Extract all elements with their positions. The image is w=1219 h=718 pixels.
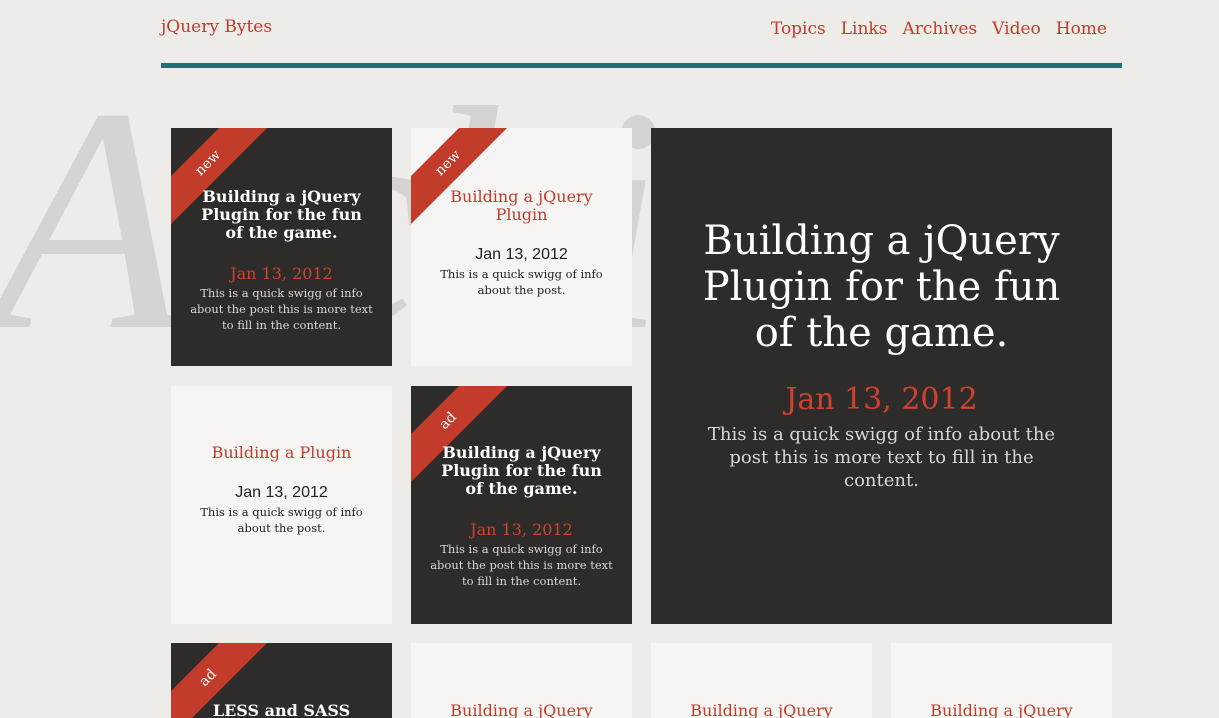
post-excerpt: This is a quick swigg of info about the … [707,424,1056,491]
page: Archives jQuery Bytes Topics Links Archi… [0,0,1219,718]
post-date: Jan 13, 2012 [230,264,333,283]
post-title[interactable]: Building a jQuery Plugin for the fun of … [171,188,392,242]
post-date: Jan 13, 2012 [475,246,568,263]
featured-post-tile[interactable]: Building a jQuery Plugin for the fun of … [651,128,1112,624]
nav-archives[interactable]: Archives [902,19,977,39]
post-tile[interactable]: new Building a jQuery Plugin for the fun… [171,128,392,366]
post-title[interactable]: Building a jQuery Plugin for the fun of … [651,218,1112,356]
post-date: Jan 13, 2012 [235,484,328,501]
post-excerpt: This is a quick swigg of info about the … [200,505,363,535]
post-date: Jan 13, 2012 [785,382,978,417]
post-excerpt: This is a quick swigg of info about the … [190,286,373,332]
main-nav: Topics Links Archives Video Home [771,19,1107,39]
post-title[interactable]: LESS and SASS made [171,702,392,718]
post-title[interactable]: Building a jQuery Plugin for the fun of … [411,444,632,498]
brand-link[interactable]: jQuery Bytes [161,17,272,37]
post-title[interactable]: Building a jQuery Plugin [411,188,632,224]
post-tile[interactable]: Building a jQuery [411,643,632,718]
post-tile[interactable]: Building a jQuery [651,643,872,718]
post-tile[interactable]: Building a jQuery [891,643,1112,718]
header-rule [161,63,1122,68]
post-tile[interactable]: Building a Plugin Jan 13, 2012 This is a… [171,386,392,624]
post-tile[interactable]: ad Building a jQuery Plugin for the fun … [411,386,632,624]
nav-home[interactable]: Home [1056,19,1107,39]
post-excerpt: This is a quick swigg of info about the … [440,267,603,297]
nav-links[interactable]: Links [841,19,888,39]
post-title[interactable]: Building a Plugin [171,444,392,462]
post-date: Jan 13, 2012 [470,520,573,539]
post-title[interactable]: Building a jQuery [411,702,632,718]
nav-topics[interactable]: Topics [771,19,826,39]
post-title[interactable]: Building a jQuery [651,702,872,718]
post-excerpt: This is a quick swigg of info about the … [430,542,613,588]
site-header: jQuery Bytes Topics Links Archives Video… [161,0,1122,69]
post-tile[interactable]: ad LESS and SASS made [171,643,392,718]
post-title[interactable]: Building a jQuery [891,702,1112,718]
post-tile[interactable]: new Building a jQuery Plugin Jan 13, 201… [411,128,632,366]
nav-video[interactable]: Video [992,19,1041,39]
